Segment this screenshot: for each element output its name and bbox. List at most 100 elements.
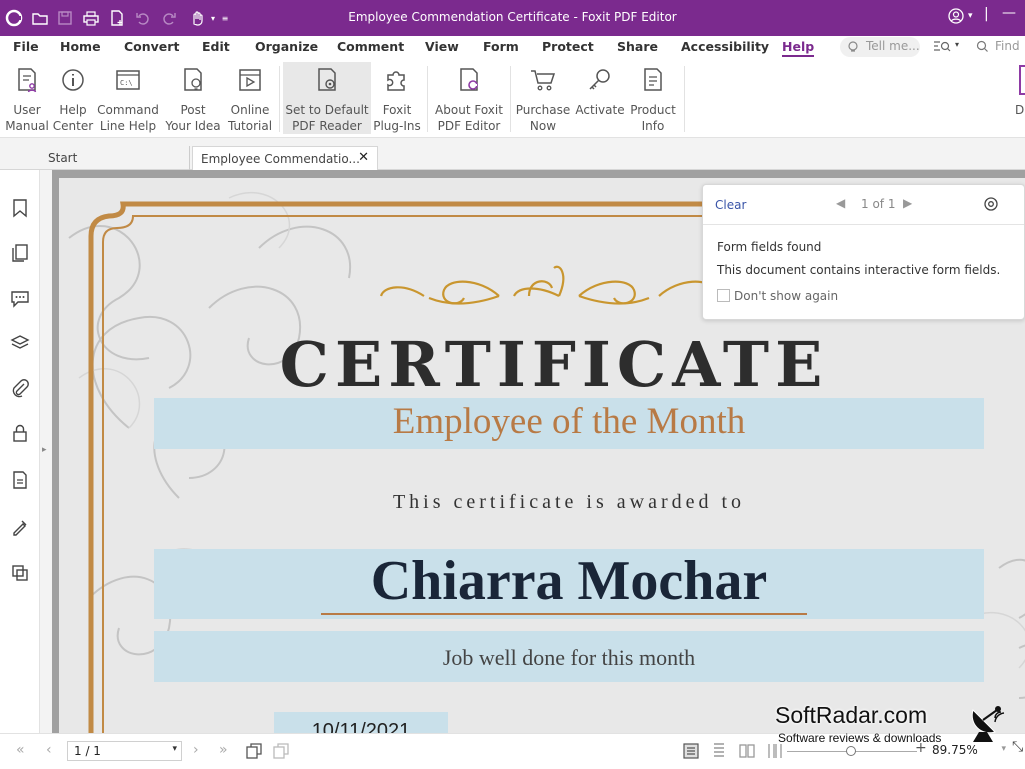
search-options-icon[interactable] bbox=[932, 39, 952, 55]
watermark-title: SoftRadar.com bbox=[775, 702, 928, 728]
set-default-reader-button[interactable]: Set to Default PDF Reader bbox=[283, 62, 371, 134]
window-title: Employee Commendation Certificate - Foxi… bbox=[348, 10, 677, 24]
document-tab-bar: Start Employee Commendatio... ✕ bbox=[0, 138, 1025, 170]
minimize-icon[interactable]: — bbox=[1002, 5, 1016, 21]
purchase-label-1: Purchase bbox=[515, 103, 571, 117]
menu-home[interactable]: Home bbox=[60, 39, 101, 54]
clear-button[interactable]: Clear bbox=[715, 198, 746, 212]
comments-icon[interactable] bbox=[10, 288, 30, 308]
account-dropdown-icon[interactable]: ▾ bbox=[968, 11, 973, 21]
previous-field-icon[interactable]: ◀ bbox=[836, 196, 845, 210]
online-tutorial-label-2: Tutorial bbox=[227, 119, 273, 133]
ribbon-separator bbox=[684, 66, 685, 132]
cart-icon bbox=[531, 70, 556, 91]
ribbon-cutoff-button[interactable]: D bbox=[1012, 62, 1025, 134]
lightbulb-icon bbox=[848, 41, 858, 52]
security-icon[interactable] bbox=[10, 423, 30, 443]
menu-form[interactable]: Form bbox=[483, 39, 519, 54]
compare-icon[interactable] bbox=[10, 563, 30, 583]
recipient-name-field[interactable]: Chiarra Mochar bbox=[154, 549, 984, 619]
search-options-dropdown-icon[interactable]: ▾ bbox=[955, 40, 959, 49]
fullscreen-icon[interactable]: ⤡ bbox=[1012, 739, 1023, 755]
search-icon bbox=[976, 40, 988, 52]
post-idea-label-2: Your Idea bbox=[165, 119, 221, 133]
online-tutorial-button[interactable]: Online Tutorial bbox=[226, 62, 274, 134]
date-field[interactable]: 10/11/2021 bbox=[274, 712, 448, 733]
previous-view-icon[interactable] bbox=[245, 742, 263, 760]
set-default-label-2: PDF Reader bbox=[292, 119, 362, 133]
post-idea-label-1: Post bbox=[180, 103, 206, 117]
menu-protect[interactable]: Protect bbox=[542, 39, 594, 54]
message-field[interactable]: Job well done for this month bbox=[154, 631, 984, 682]
title-bar: ▾ ≡ Employee Commendation Certificate - … bbox=[0, 0, 1025, 36]
find-box[interactable]: Find bbox=[976, 39, 1020, 53]
menu-organize[interactable]: Organize bbox=[255, 39, 318, 54]
layers-icon[interactable] bbox=[10, 333, 30, 353]
subtitle-field[interactable]: Employee of the Month bbox=[154, 398, 984, 449]
command-line-help-button[interactable]: C:\ Command Line Help bbox=[97, 62, 159, 134]
menu-view[interactable]: View bbox=[425, 39, 459, 54]
account-icon[interactable] bbox=[948, 8, 964, 24]
attachment-icon[interactable] bbox=[10, 378, 30, 398]
dont-show-again-label[interactable]: Don't show again bbox=[734, 289, 838, 303]
tab-document[interactable]: Employee Commendatio... ✕ bbox=[192, 146, 378, 170]
menu-help[interactable]: Help bbox=[782, 39, 815, 57]
page-dropdown-icon[interactable]: ▾ bbox=[172, 744, 177, 754]
watermark-subtitle: Software reviews & downloads bbox=[778, 731, 942, 745]
foxit-plugins-label-2: Plug-Ins bbox=[373, 119, 421, 133]
settings-icon[interactable] bbox=[983, 196, 999, 212]
pages-icon[interactable] bbox=[10, 243, 30, 263]
tab-start[interactable]: Start bbox=[40, 146, 190, 170]
activate-label: Activate bbox=[575, 103, 625, 117]
post-your-idea-button[interactable]: Post Your Idea bbox=[163, 62, 223, 134]
expand-sidebar-icon[interactable]: ▸ bbox=[42, 445, 47, 455]
bookmark-icon[interactable] bbox=[10, 198, 30, 218]
menu-accessibility[interactable]: Accessibility bbox=[681, 39, 769, 54]
key-icon bbox=[589, 69, 610, 90]
last-page-icon[interactable]: » bbox=[219, 742, 228, 758]
signature-icon[interactable] bbox=[10, 517, 30, 537]
product-info-label-1: Product bbox=[630, 103, 676, 117]
menu-convert[interactable]: Convert bbox=[124, 39, 179, 54]
next-field-icon[interactable]: ▶ bbox=[903, 196, 912, 210]
tell-me-box[interactable]: Tell me... bbox=[840, 37, 920, 57]
user-manual-button[interactable]: User Manual bbox=[2, 62, 52, 134]
single-page-view-icon[interactable] bbox=[682, 742, 700, 760]
foxit-plugins-label-1: Foxit bbox=[382, 103, 412, 117]
ribbon-separator: | bbox=[984, 6, 989, 22]
facing-view-icon[interactable] bbox=[738, 742, 756, 760]
about-foxit-button[interactable]: About Foxit PDF Editor bbox=[433, 62, 505, 134]
about-foxit-label-2: PDF Editor bbox=[437, 119, 501, 133]
product-info-button[interactable]: Product Info bbox=[627, 62, 679, 134]
ribbon-separator bbox=[510, 66, 511, 132]
about-icon bbox=[460, 68, 478, 91]
help-center-label-1: Help bbox=[59, 103, 87, 117]
help-center-button[interactable]: Help Center bbox=[52, 62, 94, 134]
foxit-plugins-button[interactable]: Foxit Plug-Ins bbox=[373, 62, 421, 134]
about-foxit-label-1: About Foxit bbox=[435, 103, 503, 117]
menu-comment[interactable]: Comment bbox=[337, 39, 404, 54]
next-view-icon[interactable] bbox=[272, 742, 290, 760]
next-page-icon[interactable]: › bbox=[193, 742, 199, 758]
field-pager: 1 of 1 bbox=[861, 197, 896, 211]
notice-header: Clear ◀ 1 of 1 ▶ bbox=[703, 185, 1024, 225]
default-reader-icon bbox=[318, 68, 336, 91]
previous-page-icon[interactable]: ‹ bbox=[46, 742, 52, 758]
command-line-label-1: Command bbox=[97, 103, 159, 117]
sidebar-collapse-bar[interactable]: ▸ bbox=[40, 170, 52, 733]
activate-button[interactable]: Activate bbox=[575, 62, 625, 134]
document-icon[interactable] bbox=[10, 470, 30, 490]
dont-show-again-checkbox[interactable] bbox=[717, 289, 730, 302]
continuous-view-icon[interactable] bbox=[710, 742, 728, 760]
ribbon-cutoff-label: D bbox=[1015, 103, 1025, 117]
purchase-now-button[interactable]: Purchase Now bbox=[515, 62, 571, 134]
close-tab-icon[interactable]: ✕ bbox=[358, 150, 369, 165]
form-fields-notice: Clear ◀ 1 of 1 ▶ Form fields found This … bbox=[702, 184, 1025, 320]
help-center-label-2: Center bbox=[52, 119, 94, 133]
page-number-input[interactable]: 1 / 1 ▾ bbox=[67, 741, 182, 761]
menu-file[interactable]: File bbox=[13, 39, 39, 54]
first-page-icon[interactable]: « bbox=[16, 742, 25, 758]
menu-edit[interactable]: Edit bbox=[202, 39, 230, 54]
notice-text: This document contains interactive form … bbox=[717, 263, 1001, 277]
menu-share[interactable]: Share bbox=[617, 39, 658, 54]
